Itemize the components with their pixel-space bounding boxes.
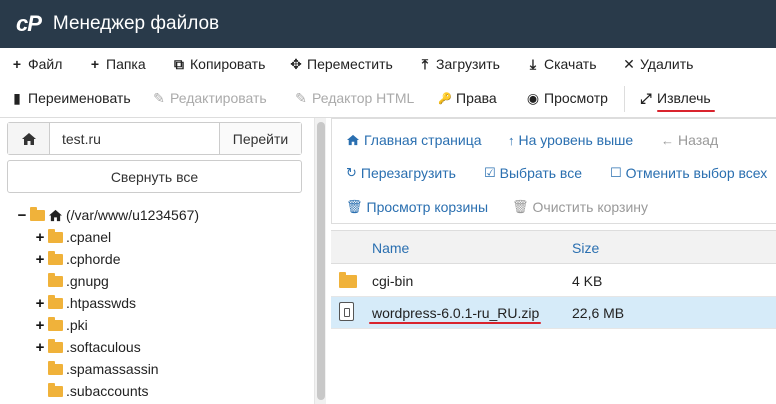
rename-button[interactable]: ▮ Переименовать — [10, 82, 131, 114]
app-header: cP Менеджер файлов — [0, 0, 776, 48]
collapse-all-button[interactable]: Свернуть все — [7, 160, 302, 193]
go-button[interactable]: Перейти — [219, 123, 301, 154]
arrow-left-icon: ← — [661, 132, 674, 148]
table-row-selected[interactable]: wordpress-6.0.1-ru_RU.zip 22,6 MB — [331, 297, 776, 329]
back-link[interactable]: ← Назад — [661, 129, 718, 151]
permissions-button[interactable]: 🔑 Права — [438, 82, 497, 114]
folder-icon — [48, 316, 63, 331]
tree-item[interactable]: + .softaculous — [34, 336, 141, 358]
select-all-link[interactable]: ☑ Выбрать все — [484, 162, 582, 184]
folder-icon — [48, 294, 63, 309]
edit-icon: ✎ — [295, 89, 307, 106]
html-editor-button[interactable]: ✎ Редактор HTML — [294, 82, 414, 114]
checkbox-empty-icon: ☐ — [610, 165, 622, 180]
arrow-up-icon: ↑ — [508, 132, 515, 148]
folder-icon — [48, 338, 63, 353]
copy-button[interactable]: ⧉ Копировать — [172, 48, 265, 80]
folder-icon — [48, 250, 63, 265]
expand-icon: ⤢ — [640, 89, 652, 106]
folder-icon — [48, 228, 63, 243]
folder-icon — [48, 360, 63, 375]
tree-item[interactable]: .spamassassin — [34, 358, 159, 380]
file-highlight-underline — [369, 322, 541, 324]
tree-item[interactable]: + .pki — [34, 314, 88, 336]
toolbar-row-1: + Файл + Папка ⧉ Копировать ✥ Переместит… — [0, 48, 776, 80]
empty-trash-link[interactable]: 🗑 Очистить корзину — [512, 196, 648, 218]
tree-item[interactable]: + .cpanel — [34, 226, 111, 248]
upload-button[interactable]: ⤒ Загрузить — [418, 48, 500, 80]
extract-highlight-underline — [657, 110, 715, 112]
page-title: Менеджер файлов — [52, 13, 220, 34]
upload-icon: ⤒ — [421, 55, 429, 72]
file-icon: ▮ — [13, 89, 21, 106]
view-button[interactable]: ◉ Просмотр — [526, 82, 608, 114]
trash-icon: 🗑 — [512, 199, 529, 214]
tree-item[interactable]: + .cphorde — [34, 248, 120, 270]
new-folder-button[interactable]: + Папка — [88, 48, 146, 80]
download-button[interactable]: ⤓ Скачать — [526, 48, 597, 80]
move-icon: ✥ — [290, 55, 302, 72]
right-panel: Главная страница ↑ На уровень выше ← Наз… — [331, 118, 776, 404]
scrollbar-thumb[interactable] — [317, 122, 325, 400]
toolbar: + Файл + Папка ⧉ Копировать ✥ Переместит… — [0, 48, 776, 118]
edit-button[interactable]: ✎ Редактировать — [152, 82, 267, 114]
folder-icon — [48, 382, 63, 397]
expand-toggle-icon[interactable]: + — [34, 339, 46, 356]
reload-link[interactable]: ↻ Перезагрузить — [346, 162, 456, 184]
folder-icon — [30, 206, 45, 221]
eye-icon: ◉ — [526, 89, 540, 106]
table-row[interactable]: cgi-bin 4 KB — [331, 265, 776, 297]
move-button[interactable]: ✥ Переместить — [289, 48, 393, 80]
home-button[interactable] — [8, 123, 50, 154]
path-input[interactable]: test.ru — [50, 123, 219, 154]
plus-icon: + — [90, 56, 100, 72]
tree-root[interactable]: − (/var/www/u1234567) — [16, 204, 199, 226]
expand-toggle-icon[interactable]: + — [34, 295, 46, 312]
pencil-icon: ✎ — [153, 89, 165, 106]
expand-toggle-icon[interactable]: + — [34, 229, 46, 246]
toolbar-row-2: ▮ Переименовать ✎ Редактировать ✎ Редакт… — [0, 82, 776, 114]
cpanel-logo: cP — [16, 11, 42, 36]
table-header: Name Size — [331, 230, 776, 264]
toolbar-divider — [624, 86, 625, 112]
key-icon: 🔑 — [438, 92, 452, 105]
navigation-actions: Главная страница ↑ На уровень выше ← Наз… — [331, 118, 776, 224]
checkbox-checked-icon: ☑ — [484, 165, 496, 180]
tree-item[interactable]: .gnupg — [34, 270, 109, 292]
column-header-name[interactable]: Name — [372, 240, 409, 256]
home-icon — [347, 134, 359, 146]
unselect-all-link[interactable]: ☐ Отменить выбор всех — [610, 162, 767, 184]
path-bar: test.ru Перейти — [7, 122, 302, 155]
refresh-icon: ↻ — [346, 165, 357, 180]
tree-item[interactable]: + .htpasswds — [34, 292, 136, 314]
left-panel-scrollbar[interactable] — [314, 118, 326, 404]
expand-toggle-icon[interactable]: + — [34, 317, 46, 334]
left-panel: test.ru Перейти Свернуть все − (/var/www… — [0, 118, 314, 404]
plus-icon: + — [12, 56, 22, 72]
home-icon — [49, 209, 62, 221]
up-level-link[interactable]: ↑ На уровень выше — [508, 129, 633, 151]
tree-item[interactable]: .subaccounts — [34, 380, 149, 402]
column-header-size[interactable]: Size — [572, 240, 599, 256]
new-file-button[interactable]: + Файл — [10, 48, 63, 80]
copy-icon: ⧉ — [174, 55, 184, 72]
home-link[interactable]: Главная страница — [346, 129, 482, 151]
expand-toggle-icon[interactable]: + — [34, 251, 46, 268]
close-icon: ✕ — [623, 55, 635, 72]
trash-icon: 🗑 — [346, 199, 363, 214]
view-trash-link[interactable]: 🗑 Просмотр корзины — [346, 196, 488, 218]
collapse-toggle-icon[interactable]: − — [16, 207, 28, 224]
folder-icon — [339, 272, 360, 288]
folder-icon — [48, 272, 63, 287]
download-icon: ⤓ — [529, 55, 537, 72]
home-icon — [21, 132, 36, 145]
delete-button[interactable]: ✕ Удалить — [622, 48, 693, 80]
zip-file-icon — [339, 302, 354, 321]
